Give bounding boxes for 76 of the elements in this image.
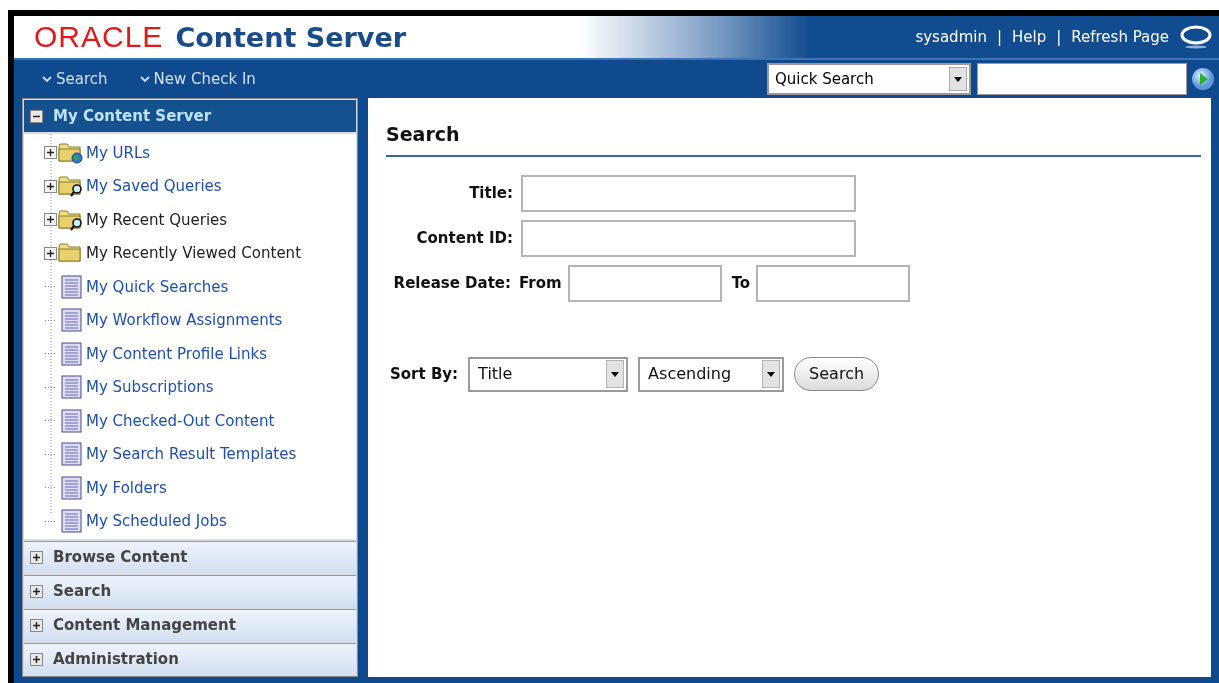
document-icon [58, 341, 83, 366]
nav-menu[interactable]: New Check In [139, 67, 256, 91]
field-label: From [519, 272, 562, 294]
document-icon [58, 442, 83, 467]
dropdown-arrow-icon [606, 360, 625, 388]
tree-connector [44, 352, 58, 356]
search-button[interactable]: Search [794, 357, 880, 391]
tree-item[interactable]: My Folders [86, 476, 167, 499]
nav-menu[interactable]: Search [42, 67, 108, 91]
expand-icon [30, 585, 43, 598]
document-icon [58, 475, 83, 500]
dropdown-arrow-icon [762, 360, 781, 388]
expand-icon [30, 653, 43, 666]
tree-connector [44, 318, 58, 322]
expand-icon [44, 179, 57, 193]
field-label: Title: [468, 182, 513, 204]
header-link[interactable]: Refresh Page [1071, 25, 1169, 49]
input-field[interactable] [521, 219, 856, 257]
tree-item[interactable]: My Search Result Templates [86, 443, 297, 466]
tree-item[interactable]: My Workflow Assignments [86, 309, 283, 332]
tree-connector [44, 385, 58, 389]
expand-icon [30, 551, 43, 564]
header-link[interactable]: Help [1012, 25, 1047, 49]
tree-connector [44, 486, 58, 490]
field-label: Content ID: [415, 227, 513, 249]
tree-connector [44, 452, 58, 456]
quick-search-dropdown[interactable]: Quick Search [767, 63, 971, 95]
header-link[interactable]: sysadmin [915, 25, 987, 49]
input-field[interactable] [756, 264, 911, 302]
link-separator: | [1056, 26, 1062, 48]
section-header[interactable]: Content Management [24, 609, 356, 641]
tree-item[interactable]: My Recent Queries [86, 208, 228, 231]
document-icon [58, 308, 83, 333]
collapse-icon [30, 109, 43, 123]
tree-connector [44, 285, 58, 289]
folder-globe-icon [58, 140, 83, 165]
field-label: Sort By: [390, 363, 459, 385]
expand-icon [30, 619, 43, 632]
expand-icon [44, 146, 57, 160]
document-icon [58, 509, 83, 534]
product-title: Content Server [175, 23, 406, 51]
tree-item[interactable]: My Quick Searches [86, 275, 229, 298]
field-label: To [731, 272, 751, 294]
go-icon[interactable] [1191, 67, 1215, 91]
tree-item[interactable]: My URLs [86, 141, 151, 164]
tree-connector [44, 419, 58, 423]
tree-item[interactable]: My Subscriptions [86, 376, 214, 399]
field-label: Release Date: [392, 272, 511, 294]
tree-item[interactable]: My Content Profile Links [86, 342, 267, 365]
page-heading: Search [386, 120, 1201, 157]
tree-item[interactable]: My Scheduled Jobs [86, 510, 227, 533]
tree-item[interactable]: My Checked-Out Content [86, 409, 275, 432]
section-header[interactable]: Administration [24, 643, 356, 675]
oracle-ring-icon [1179, 24, 1213, 50]
expand-icon [44, 246, 57, 260]
folder-magnifier-icon [58, 207, 83, 232]
section-header[interactable]: Search [24, 575, 356, 607]
section-header[interactable]: My Content Server [24, 100, 356, 132]
brand-logo: ORACLE [34, 22, 164, 52]
document-icon [58, 274, 83, 299]
input-field[interactable] [521, 174, 856, 212]
tree-item[interactable]: My Recently Viewed Content [86, 242, 301, 265]
document-icon [58, 408, 83, 433]
input-field[interactable] [567, 264, 722, 302]
folder-magnifier-icon [58, 174, 83, 199]
link-separator: | [996, 26, 1002, 48]
section-header[interactable]: Browse Content [24, 541, 356, 573]
sort-dropdown[interactable]: Ascending [638, 356, 785, 392]
chevron-icon [139, 75, 150, 83]
chevron-icon [42, 75, 52, 83]
document-icon [58, 375, 83, 400]
tree-item[interactable]: My Saved Queries [86, 175, 222, 198]
dropdown-arrow-icon [949, 67, 967, 91]
sort-dropdown[interactable]: Title [468, 356, 629, 392]
search-field[interactable] [977, 63, 1187, 95]
expand-icon [44, 213, 57, 227]
